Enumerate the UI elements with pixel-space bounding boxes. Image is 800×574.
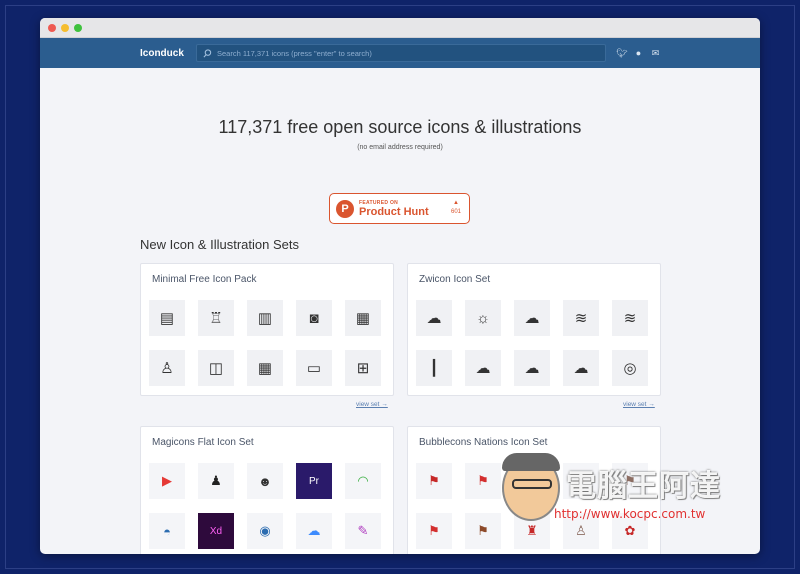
spain-flag-icon[interactable]: ⚑ — [465, 463, 501, 499]
card-title[interactable]: Magicons Flat Icon Set — [152, 437, 254, 448]
watch-icon[interactable]: ♙ — [149, 350, 185, 386]
nation-icon[interactable]: ⚑ — [514, 463, 550, 499]
mail-icon[interactable]: ✉ — [650, 48, 661, 59]
hero-title: 117,371 free open source icons & illustr… — [218, 117, 582, 137]
xd-icon[interactable]: Xd — [198, 513, 234, 549]
card-title[interactable]: Minimal Free Icon Pack — [152, 274, 256, 285]
glass-icon[interactable]: ♖ — [198, 300, 234, 336]
icon-grid: ▤ ♖ ▥ ◙ ▦ ♙ ◫ ▦ ▭ ⊞ — [149, 300, 381, 386]
table-icon[interactable]: ▥ — [247, 300, 283, 336]
window-clock-icon[interactable]: ◙ — [296, 300, 332, 336]
panda-icon[interactable]: ☻ — [247, 463, 283, 499]
view-set-link[interactable]: view set → — [623, 401, 655, 408]
vote-count: 601 — [450, 209, 461, 215]
file-clock-icon[interactable]: ▤ — [149, 300, 185, 336]
click-icon[interactable]: ✎ — [345, 513, 381, 549]
title-bar — [40, 18, 760, 38]
flower-icon[interactable]: ✿ — [612, 513, 648, 549]
guitar-icon[interactable]: ⚑ — [465, 513, 501, 549]
thermometer-icon[interactable]: ┃ — [416, 350, 452, 386]
cloud-icon[interactable]: ☁ — [563, 350, 599, 386]
service-bell-icon[interactable]: ◓ — [149, 513, 185, 549]
brand-logo[interactable]: Iconduck — [140, 48, 192, 59]
twitter-icon[interactable]: 🐦︎ — [616, 48, 627, 59]
cloud-storm-icon[interactable]: ☁ — [514, 350, 550, 386]
icon-set-card-magicons[interactable]: Magicons Flat Icon Set ▶ ♟ ☻ Pr ◠ ◓ Xd ◉… — [140, 426, 394, 554]
product-hunt-name: Product Hunt — [359, 205, 429, 218]
search-placeholder: Search 117,371 icons (press "enter" to s… — [217, 48, 372, 58]
view-set-link[interactable]: view set → — [356, 401, 388, 408]
penguin-icon[interactable]: ♟ — [198, 463, 234, 499]
icon-set-card-minimal[interactable]: Minimal Free Icon Pack ▤ ♖ ▥ ◙ ▦ ♙ ◫ ▦ ▭… — [140, 263, 394, 396]
eye-icon[interactable]: ◉ — [247, 513, 283, 549]
icon-set-card-bubblecons[interactable]: Bubblecons Nations Icon Set ⚑ ⚑ ⚑ ⚑ ⚑ ⚑ … — [407, 426, 661, 554]
cloud-upload-icon[interactable]: ☁ — [296, 513, 332, 549]
github-icon[interactable]: ● — [633, 48, 644, 58]
cloud-lightning-icon[interactable]: ☁ — [416, 300, 452, 336]
navbar: Iconduck Search 117,371 icons (press "en… — [40, 38, 760, 68]
product-hunt-badge[interactable]: P FEATURED ON Product Hunt ▲ 601 — [329, 193, 470, 224]
product-hunt-votes: ▲ 601 — [451, 199, 461, 217]
wind-strong-icon[interactable]: ≋ — [612, 300, 648, 336]
card-title[interactable]: Zwicon Icon Set — [419, 274, 490, 285]
icon-grid: ☁ ☼ ☁ ≋ ≋ ┃ ☁ ☁ ☁ ◎ — [416, 300, 648, 386]
card-title[interactable]: Bubblecons Nations Icon Set — [419, 437, 547, 448]
search-icon — [203, 48, 212, 57]
browser-window: Iconduck Search 117,371 icons (press "en… — [40, 18, 760, 554]
spain-map-icon[interactable]: ⚑ — [416, 463, 452, 499]
statue-icon[interactable]: ♙ — [563, 513, 599, 549]
grid-icon[interactable]: ▦ — [247, 350, 283, 386]
social-links: 🐦︎ ● ✉ — [616, 48, 661, 59]
minimize-window-button[interactable] — [61, 23, 69, 32]
section-title: New Icon & Illustration Sets — [140, 237, 299, 252]
wifi-icon[interactable]: ◠ — [345, 463, 381, 499]
youtube-icon[interactable]: ▶ — [149, 463, 185, 499]
product-hunt-logo: P — [336, 199, 354, 218]
cloud-rain-icon[interactable]: ☁ — [465, 350, 501, 386]
video-camera-icon[interactable]: ▭ — [296, 350, 332, 386]
selection-icon[interactable]: ⊞ — [345, 350, 381, 386]
icon-grid: ⚑ ⚑ ⚑ ⚑ ⚑ ⚑ ⚑ ♜ ♙ ✿ — [416, 463, 648, 549]
close-window-button[interactable] — [48, 23, 56, 32]
icon-set-card-zwicon[interactable]: Zwicon Icon Set ☁ ☼ ☁ ≋ ≋ ┃ ☁ ☁ ☁ ◎ — [407, 263, 661, 396]
wallet-icon[interactable]: ◫ — [198, 350, 234, 386]
search-input[interactable]: Search 117,371 icons (press "enter" to s… — [196, 44, 606, 62]
spain-flag-icon[interactable]: ⚑ — [416, 513, 452, 549]
layout-icon[interactable]: ▦ — [345, 300, 381, 336]
bull-icon[interactable]: ⚑ — [612, 463, 648, 499]
camera-icon[interactable]: ◎ — [612, 350, 648, 386]
upvote-arrow-icon: ▲ — [453, 200, 459, 206]
wind-icon[interactable]: ≋ — [563, 300, 599, 336]
hero-subtitle: (no email address required) — [357, 144, 443, 151]
building-icon[interactable]: ♜ — [514, 513, 550, 549]
icon-grid: ▶ ♟ ☻ Pr ◠ ◓ Xd ◉ ☁ ✎ — [149, 463, 381, 549]
premiere-icon[interactable]: Pr — [296, 463, 332, 499]
maximize-window-button[interactable] — [74, 23, 82, 32]
cloud-sun-icon[interactable]: ☁ — [514, 300, 550, 336]
nation-icon[interactable]: ⚑ — [563, 463, 599, 499]
sun-icon[interactable]: ☼ — [465, 300, 501, 336]
